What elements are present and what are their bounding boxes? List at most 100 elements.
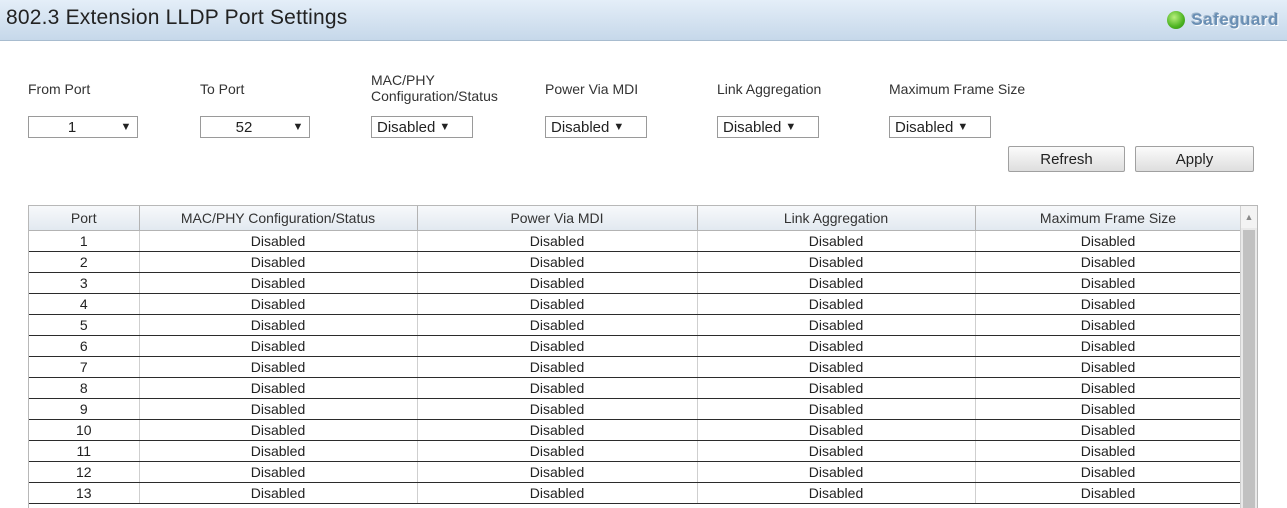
safeguard-status-icon (1167, 11, 1186, 29)
port-cell: 7 (29, 356, 140, 378)
max-frame-size-cell: Disabled (974, 230, 1242, 252)
mac-phy-cell: Disabled (138, 230, 418, 252)
mac-phy-cell: Disabled (138, 251, 418, 273)
mac-phy-value: Disabled (377, 118, 436, 136)
scroll-up-arrow-icon[interactable]: ▲ (1241, 206, 1257, 228)
link-aggregation-cell: Disabled (696, 335, 976, 357)
power-via-mdi-cell: Disabled (416, 293, 698, 315)
port-cell: 2 (29, 251, 140, 273)
port-cell: 1 (29, 230, 140, 252)
mac-phy-cell: Disabled (138, 356, 418, 378)
mac-phy-cell: Disabled (138, 293, 418, 315)
power-via-mdi-cell: Disabled (416, 230, 698, 252)
link-aggregation-value: Disabled (723, 118, 782, 136)
max-frame-size-cell: Disabled (974, 461, 1242, 483)
link-aggregation-label: Link Aggregation (717, 81, 822, 97)
table-row: 9 Disabled Disabled Disabled Disabled (29, 398, 1242, 420)
power-via-mdi-cell: Disabled (416, 419, 698, 441)
power-via-mdi-cell: Disabled (416, 335, 698, 357)
column-header-link-aggregation: Link Aggregation (696, 206, 976, 231)
power-via-mdi-select[interactable]: Disabled ▼ (545, 116, 647, 138)
mac-phy-cell: Disabled (138, 419, 418, 441)
chevron-down-icon: ▼ (292, 121, 304, 133)
table-row: 1 Disabled Disabled Disabled Disabled (29, 230, 1242, 252)
link-aggregation-cell: Disabled (696, 230, 976, 252)
link-aggregation-cell: Disabled (696, 419, 976, 441)
link-aggregation-cell: Disabled (696, 482, 976, 504)
link-aggregation-cell: Disabled (696, 314, 976, 336)
max-frame-size-cell: Disabled (974, 314, 1242, 336)
chevron-down-icon: ▼ (957, 121, 969, 133)
column-header-power-via-mdi: Power Via MDI (416, 206, 698, 231)
chevron-down-icon: ▼ (785, 121, 797, 133)
table-row: 13 Disabled Disabled Disabled Disabled (29, 482, 1242, 504)
port-cell: 4 (29, 293, 140, 315)
to-port-select[interactable]: 52 ▼ (200, 116, 310, 138)
column-header-max-frame-size: Maximum Frame Size (974, 206, 1242, 231)
max-frame-size-select[interactable]: Disabled ▼ (889, 116, 991, 138)
power-via-mdi-cell: Disabled (416, 440, 698, 462)
port-cell: 6 (29, 335, 140, 357)
from-port-select[interactable]: 1 ▼ (28, 116, 138, 138)
mac-phy-cell: Disabled (138, 398, 418, 420)
max-frame-size-cell: Disabled (974, 335, 1242, 357)
port-cell: 11 (29, 440, 140, 462)
link-aggregation-select[interactable]: Disabled ▼ (717, 116, 819, 138)
table-row: 4 Disabled Disabled Disabled Disabled (29, 293, 1242, 315)
power-via-mdi-cell: Disabled (416, 251, 698, 273)
port-cell: 12 (29, 461, 140, 483)
port-cell: 13 (29, 482, 140, 504)
table-row: 3 Disabled Disabled Disabled Disabled (29, 272, 1242, 294)
column-header-port: Port (29, 206, 140, 231)
port-cell: 10 (29, 419, 140, 441)
link-aggregation-cell: Disabled (696, 251, 976, 273)
table-scrollbar[interactable]: ▲ (1240, 206, 1257, 508)
power-via-mdi-label: Power Via MDI (545, 81, 639, 97)
table-row: 8 Disabled Disabled Disabled Disabled (29, 377, 1242, 399)
link-aggregation-cell: Disabled (696, 461, 976, 483)
port-cell: 9 (29, 398, 140, 420)
to-port-value: 52 (235, 118, 253, 136)
mac-phy-cell: Disabled (138, 377, 418, 399)
chevron-down-icon: ▼ (120, 121, 132, 133)
port-cell: 3 (29, 272, 140, 294)
port-cell: 8 (29, 377, 140, 399)
refresh-button[interactable]: Refresh (1008, 146, 1125, 172)
max-frame-size-cell: Disabled (974, 440, 1242, 462)
max-frame-size-cell: Disabled (974, 293, 1242, 315)
power-via-mdi-cell: Disabled (416, 461, 698, 483)
table-row: 10 Disabled Disabled Disabled Disabled (29, 419, 1242, 441)
scroll-thumb[interactable] (1243, 230, 1255, 508)
table-row: 11 Disabled Disabled Disabled Disabled (29, 440, 1242, 462)
from-port-label: From Port (28, 81, 91, 97)
mac-phy-select[interactable]: Disabled ▼ (371, 116, 473, 138)
mac-phy-label: MAC/PHY Configuration/Status (371, 72, 498, 104)
link-aggregation-cell: Disabled (696, 293, 976, 315)
link-aggregation-cell: Disabled (696, 398, 976, 420)
mac-phy-cell: Disabled (138, 482, 418, 504)
safeguard-label: Safeguard (1191, 10, 1279, 29)
link-aggregation-cell: Disabled (696, 440, 976, 462)
mac-phy-label-line2: Configuration/Status (371, 88, 498, 104)
title-bar: 802.3 Extension LLDP Port Settings Safeg… (0, 0, 1287, 41)
apply-button[interactable]: Apply (1135, 146, 1254, 172)
chevron-down-icon: ▼ (613, 121, 625, 133)
power-via-mdi-value: Disabled (551, 118, 610, 136)
table-header-row: Port MAC/PHY Configuration/Status Power … (29, 206, 1242, 231)
max-frame-size-cell: Disabled (974, 356, 1242, 378)
link-aggregation-cell: Disabled (696, 272, 976, 294)
max-frame-size-cell: Disabled (974, 419, 1242, 441)
power-via-mdi-cell: Disabled (416, 272, 698, 294)
max-frame-size-cell: Disabled (974, 482, 1242, 504)
chevron-down-icon: ▼ (439, 121, 451, 133)
mac-phy-cell: Disabled (138, 461, 418, 483)
table-row: 7 Disabled Disabled Disabled Disabled (29, 356, 1242, 378)
power-via-mdi-cell: Disabled (416, 377, 698, 399)
power-via-mdi-cell: Disabled (416, 356, 698, 378)
page-title: 802.3 Extension LLDP Port Settings (6, 6, 348, 29)
safeguard-indicator: Safeguard (1167, 9, 1279, 31)
from-port-value: 1 (67, 118, 77, 136)
column-header-mac-phy: MAC/PHY Configuration/Status (138, 206, 418, 231)
mac-phy-cell: Disabled (138, 440, 418, 462)
link-aggregation-cell: Disabled (696, 377, 976, 399)
